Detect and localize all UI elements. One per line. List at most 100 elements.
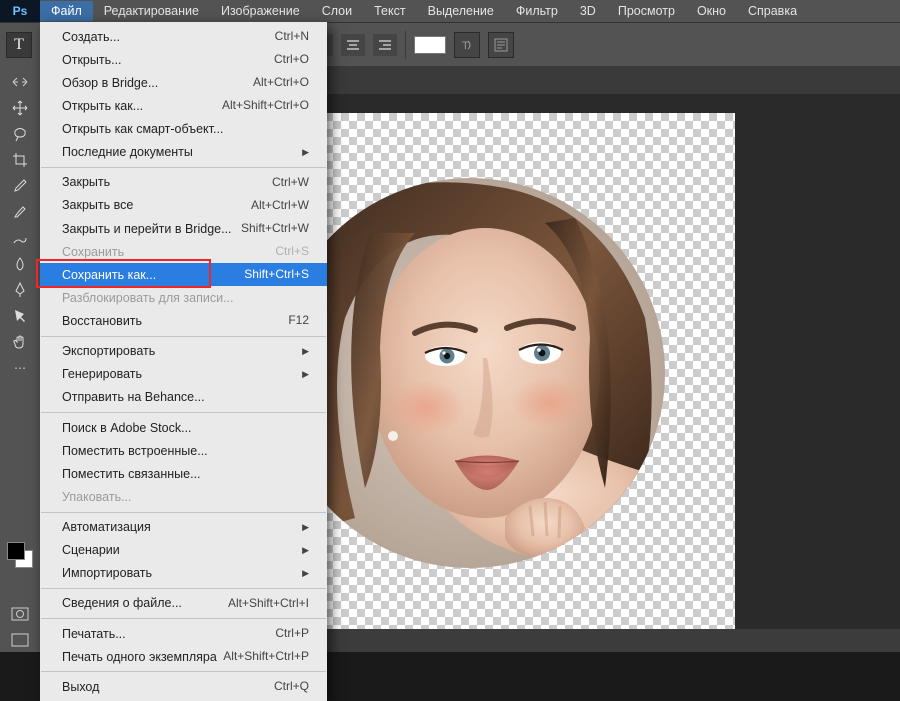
gradient-tool-icon[interactable] — [7, 226, 33, 250]
menu-item[interactable]: Печатать... Ctrl+P — [40, 622, 327, 645]
menu-item[interactable]: Последние документы — [40, 141, 327, 164]
menu-item[interactable]: Закрыть и перейти в Bridge...Shift+Ctrl+… — [40, 217, 327, 240]
quickmask-icon[interactable] — [7, 602, 33, 626]
menu-item-label: Импортировать — [62, 564, 152, 582]
path-select-tool-icon[interactable] — [7, 304, 33, 328]
tools-panel: ⋯ — [0, 66, 40, 652]
menu-item-shortcut: Ctrl+O — [274, 51, 309, 68]
menu-изображение[interactable]: Изображение — [210, 1, 311, 21]
menu-item[interactable]: Открыть как смарт-объект... — [40, 118, 327, 141]
menu-item: Упаковать... — [40, 485, 327, 508]
blur-tool-icon[interactable] — [7, 252, 33, 276]
menu-фильтр[interactable]: Фильтр — [505, 1, 569, 21]
menu-item-shortcut: Alt+Shift+Ctrl+O — [222, 97, 309, 114]
menu-item[interactable]: Открыть как... Alt+Shift+Ctrl+O — [40, 94, 327, 117]
menu-item-shortcut: Shift+Ctrl+S — [244, 266, 309, 283]
svg-text:T: T — [462, 40, 469, 52]
menu-separator — [41, 412, 326, 413]
menu-separator — [41, 671, 326, 672]
menu-справка[interactable]: Справка — [737, 1, 808, 21]
menu-item-label: Генерировать — [62, 365, 142, 383]
menu-item-label: Поиск в Adobe Stock... — [62, 419, 192, 437]
menu-item-label: Открыть... — [62, 51, 122, 69]
menu-item[interactable]: Печать одного экземпляраAlt+Shift+Ctrl+P — [40, 645, 327, 668]
menu-item-label: Сохранить как... — [62, 266, 156, 284]
menu-item-label: Печатать... — [62, 625, 126, 643]
menu-item[interactable]: Отправить на Behance... — [40, 386, 327, 409]
menu-separator — [41, 167, 326, 168]
menu-item-label: Выход — [62, 678, 99, 696]
menu-текст[interactable]: Текст — [363, 1, 416, 21]
hand-tool-icon[interactable] — [7, 330, 33, 354]
brush-tool-icon[interactable] — [7, 200, 33, 224]
menu-item-label: Сохранить — [62, 243, 124, 261]
menu-item[interactable]: Сценарии — [40, 539, 327, 562]
menu-separator — [41, 618, 326, 619]
screenmode-icon[interactable] — [7, 628, 33, 652]
lasso-tool-icon[interactable] — [7, 122, 33, 146]
menu-item-label: Экспортировать — [62, 342, 155, 360]
menu-item-label: Открыть как... — [62, 97, 143, 115]
menu-item-label: Создать... — [62, 28, 120, 46]
menu-item-label: Последние документы — [62, 143, 193, 161]
menu-item[interactable]: Импортировать — [40, 562, 327, 585]
menu-файл[interactable]: Файл — [40, 1, 93, 21]
menu-separator — [41, 512, 326, 513]
file-menu-dropdown: Создать... Ctrl+N Открыть... Ctrl+O Обзор в … — [40, 22, 327, 701]
menu-item: Разблокировать для записи... — [40, 286, 327, 309]
paragraph-panel-button[interactable] — [488, 32, 514, 58]
menu-item-shortcut: Ctrl+N — [275, 28, 309, 45]
menu-окно[interactable]: Окно — [686, 1, 737, 21]
menu-item-shortcut: Shift+Ctrl+W — [241, 220, 309, 237]
menu-item[interactable]: Обзор в Bridge...Alt+Ctrl+O — [40, 71, 327, 94]
menu-item-shortcut: Ctrl+P — [275, 625, 309, 642]
color-swatches[interactable] — [5, 540, 35, 570]
menu-просмотр[interactable]: Просмотр — [607, 1, 686, 21]
arrow-dots-icon[interactable] — [7, 70, 33, 94]
active-tool-indicator[interactable]: T — [6, 32, 32, 58]
menu-item[interactable]: Сведения о файле...Alt+Shift+Ctrl+I — [40, 592, 327, 615]
menu-item[interactable]: Открыть... Ctrl+O — [40, 48, 327, 71]
menu-item[interactable]: Экспортировать — [40, 340, 327, 363]
menu-item-shortcut: Ctrl+Q — [274, 678, 309, 695]
menu-item[interactable]: Создать... Ctrl+N — [40, 25, 327, 48]
menu-item-label: Закрыть — [62, 173, 110, 191]
more-tools-icon[interactable]: ⋯ — [7, 356, 33, 380]
circular-image-layer — [275, 178, 665, 568]
menu-item-shortcut: Alt+Ctrl+O — [253, 74, 309, 91]
menu-item-label: Поместить встроенные... — [62, 442, 208, 460]
app-logo: Ps — [0, 0, 40, 22]
menu-item[interactable]: Генерировать — [40, 363, 327, 386]
menu-выделение[interactable]: Выделение — [417, 1, 505, 21]
foreground-color-swatch[interactable] — [7, 542, 25, 560]
menu-item[interactable]: Автоматизация — [40, 516, 327, 539]
menu-separator — [41, 336, 326, 337]
menu-item[interactable]: Закрыть всеAlt+Ctrl+W — [40, 194, 327, 217]
text-color-swatch[interactable] — [414, 36, 446, 54]
menu-item: СохранитьCtrl+S — [40, 240, 327, 263]
menu-3d[interactable]: 3D — [569, 1, 607, 21]
menu-item[interactable]: Поместить встроенные... — [40, 439, 327, 462]
menu-item-label: Печать одного экземпляра — [62, 648, 217, 666]
menu-item[interactable]: Поиск в Adobe Stock... — [40, 416, 327, 439]
eyedropper-tool-icon[interactable] — [7, 174, 33, 198]
menu-item-label: Поместить связанные... — [62, 465, 201, 483]
menu-item-label: Восстановить — [62, 312, 142, 330]
menu-item[interactable]: Поместить связанные... — [40, 462, 327, 485]
menu-item[interactable]: ЗакрытьCtrl+W — [40, 171, 327, 194]
menu-слои[interactable]: Слои — [311, 1, 363, 21]
move-tool-icon[interactable] — [7, 96, 33, 120]
menu-item-label: Отправить на Behance... — [62, 388, 205, 406]
menu-item-shortcut: Alt+Shift+Ctrl+I — [228, 595, 309, 612]
menu-item[interactable]: Выход Ctrl+Q — [40, 675, 327, 698]
menu-item[interactable]: Восстановить F12 — [40, 310, 327, 333]
pen-tool-icon[interactable] — [7, 278, 33, 302]
menu-item[interactable]: Сохранить как... Shift+Ctrl+S — [40, 263, 327, 286]
align-center-button[interactable] — [341, 34, 365, 56]
menu-item-label: Закрыть все — [62, 196, 133, 214]
menu-item-shortcut: F12 — [288, 312, 309, 329]
menu-редактирование[interactable]: Редактирование — [93, 1, 210, 21]
crop-tool-icon[interactable] — [7, 148, 33, 172]
warp-text-button[interactable]: T — [454, 32, 480, 58]
align-right-button[interactable] — [373, 34, 397, 56]
